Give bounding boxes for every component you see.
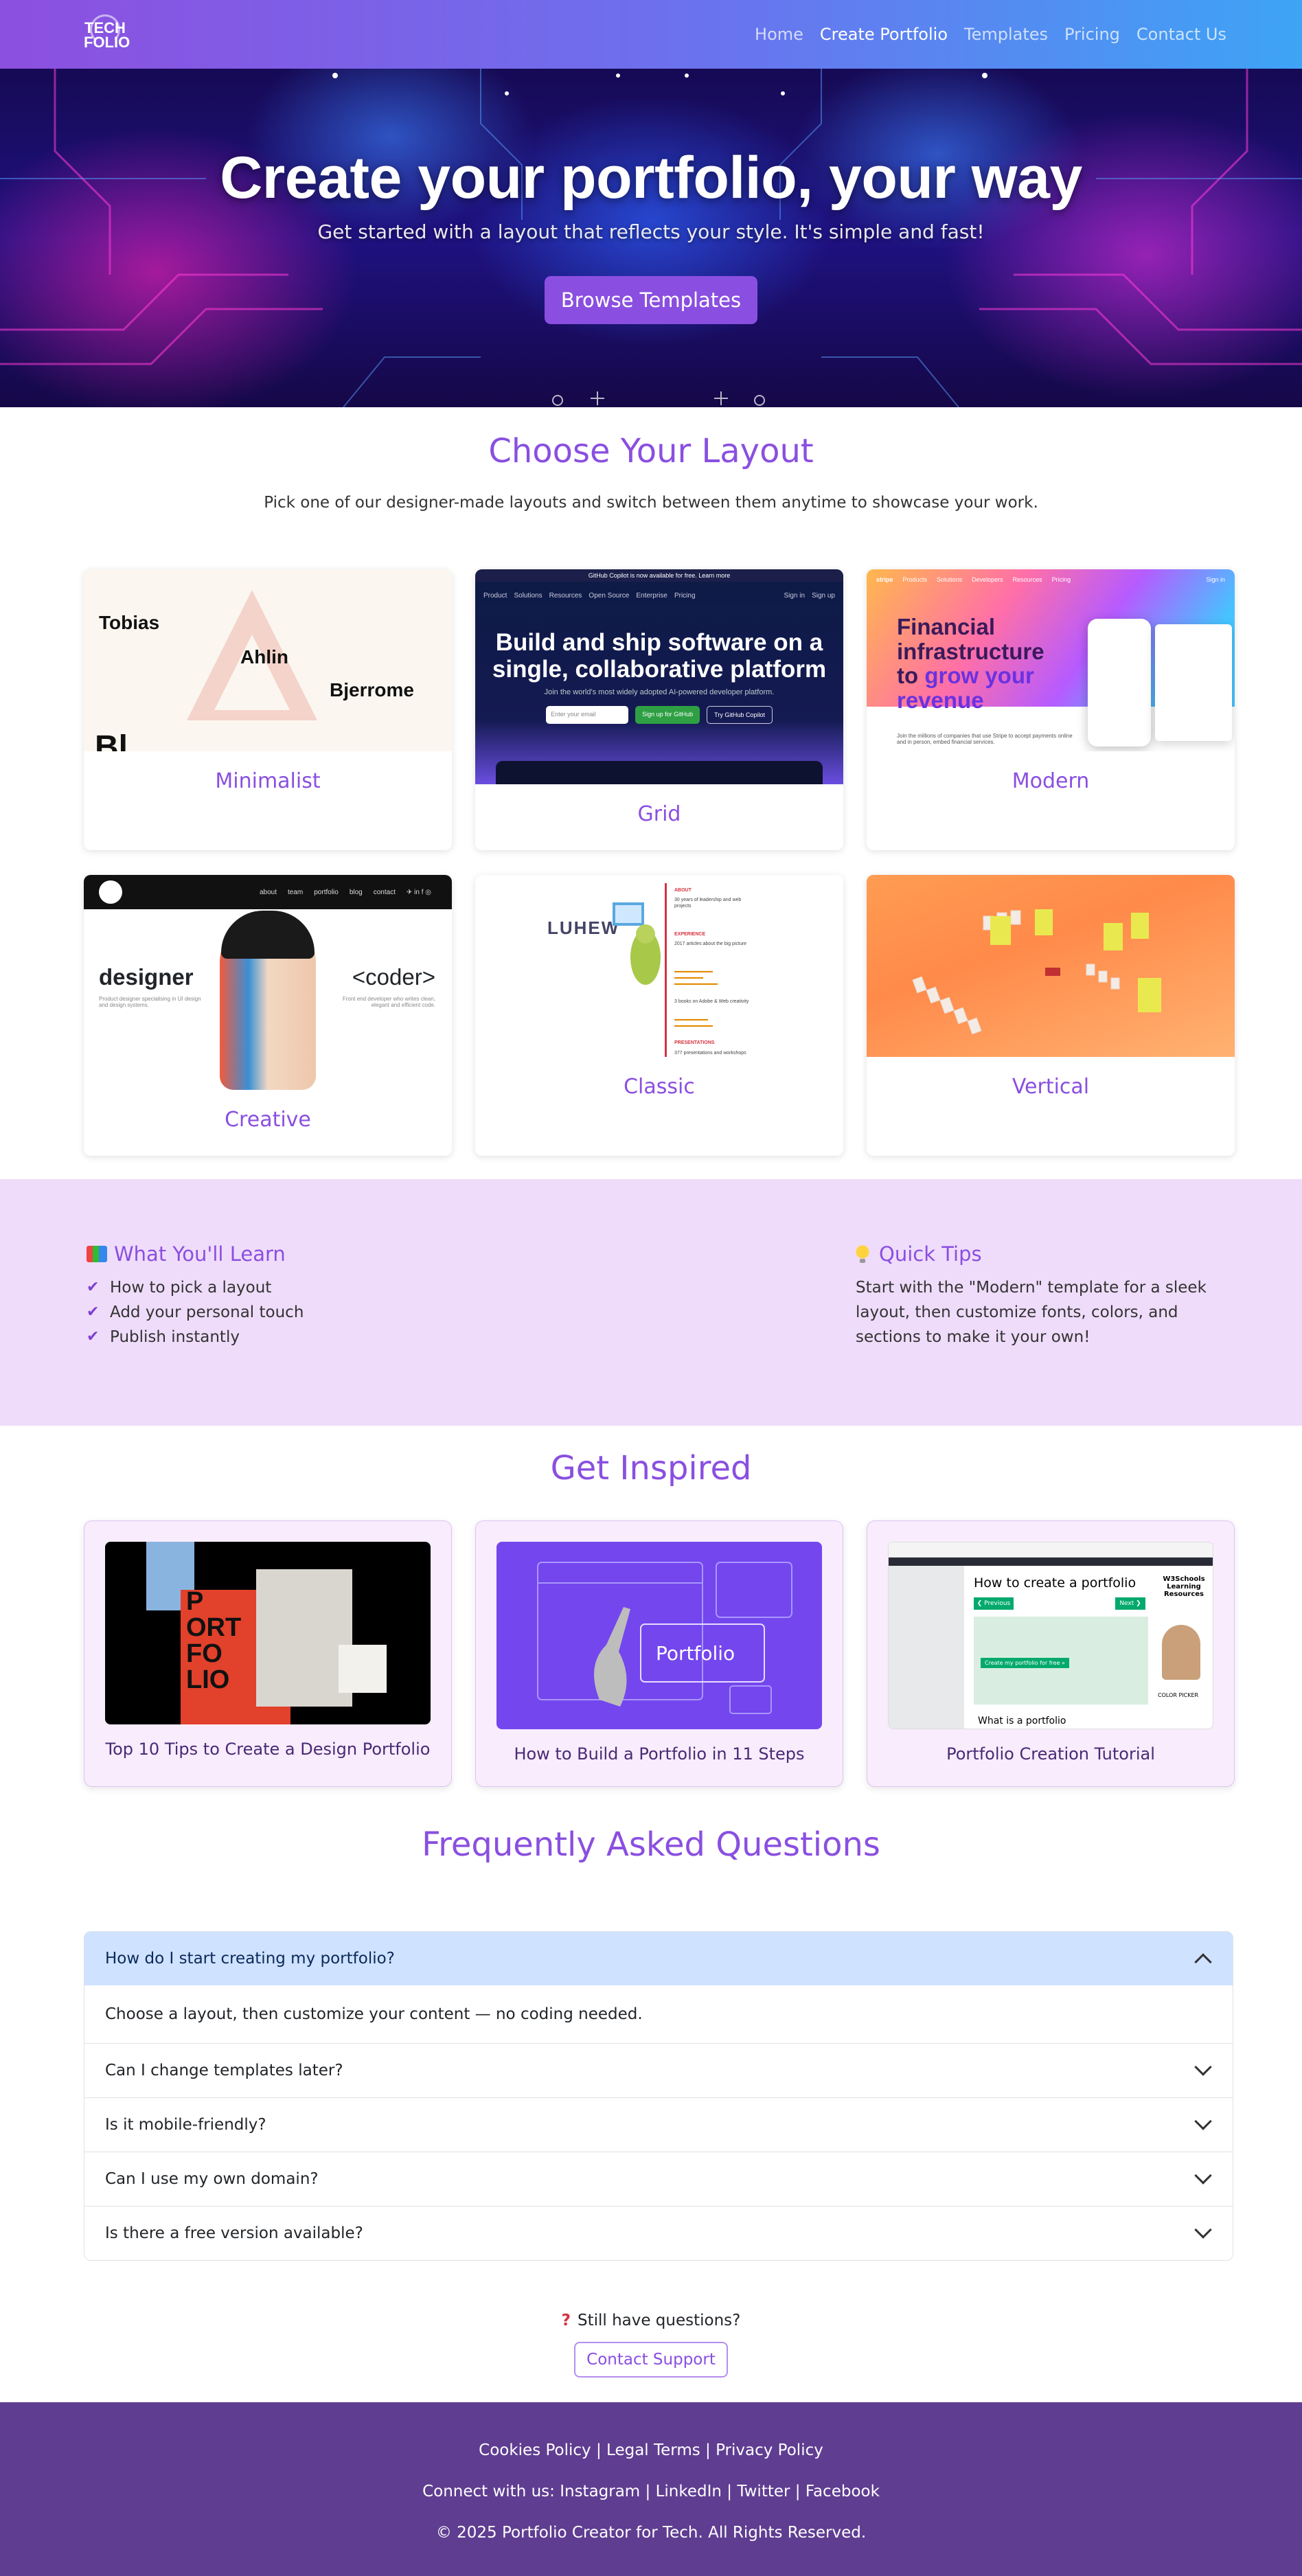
learn-item: ✔ Add your personal touch <box>87 1300 304 1325</box>
linkedin-link[interactable]: LinkedIn <box>656 2483 722 2500</box>
legal-terms-link[interactable]: Legal Terms <box>606 2441 700 2459</box>
privacy-policy-link[interactable]: Privacy Policy <box>716 2441 823 2459</box>
grid-preview-image: GitHub Copilot is now available for free… <box>475 569 843 784</box>
learn-title: What You'll Learn <box>87 1242 304 1266</box>
faq-question-toggle[interactable]: Can I change templates later? <box>84 2044 1233 2097</box>
faq-question-toggle[interactable]: Is there a free version available? <box>84 2207 1233 2260</box>
check-icon: ✔ <box>87 1279 100 1296</box>
learn-item: ✔ How to pick a layout <box>87 1275 304 1300</box>
faq-accordion: How do I start creating my portfolio? Ch… <box>84 1931 1233 2261</box>
nav-links: Home Create Portfolio Templates Pricing … <box>755 25 1226 44</box>
portfolio-poster-image: P ORT FO LIO <box>105 1542 431 1724</box>
faq-title: Frequently Asked Questions <box>422 1825 880 1864</box>
layout-card-label: Vertical <box>1012 1075 1090 1099</box>
support-prompt: ? Still have questions? <box>561 2312 741 2329</box>
vertical-preview-image <box>867 875 1235 1057</box>
layout-section-subtitle: Pick one of our designer-made layouts an… <box>264 494 1038 512</box>
layout-card-grid: Tobias Ahlin Bjerrome Bl Minimalist GitH… <box>84 569 1302 1156</box>
hero-subtitle: Get started with a layout that reflects … <box>317 220 985 243</box>
hero-title: Create your portfolio, your way <box>220 145 1082 211</box>
inspire-section-title: Get Inspired <box>550 1449 752 1488</box>
nav-link-pricing[interactable]: Pricing <box>1064 25 1120 44</box>
footer-social-links: Connect with us: Instagram | LinkedIn | … <box>422 2483 880 2500</box>
faq-answer: Choose a layout, then customize your con… <box>105 2005 643 2023</box>
techfolio-logo[interactable]: TECH FOLIO <box>84 13 130 56</box>
inspire-card-caption: Top 10 Tips to Create a Design Portfolio <box>105 1740 431 1759</box>
faq-item: Is it mobile-friendly? <box>84 2098 1233 2152</box>
what-you-learn-block: What You'll Learn ✔ How to pick a layout … <box>87 1242 304 1426</box>
faq-item: Can I use my own domain? <box>84 2152 1233 2207</box>
layout-card-label: Minimalist <box>215 769 321 793</box>
inspire-card-caption: Portfolio Creation Tutorial <box>946 1744 1155 1764</box>
navbar: TECH FOLIO Home Create Portfolio Templat… <box>0 0 1302 69</box>
layout-section-title: Choose Your Layout <box>488 432 814 470</box>
support-section: ? Still have questions? Contact Support <box>0 2261 1302 2378</box>
faq-question-toggle[interactable]: How do I start creating my portfolio? <box>84 1932 1233 1985</box>
faq-section: Frequently Asked Questions How do I star… <box>0 1787 1302 2261</box>
check-icon: ✔ <box>87 1328 100 1345</box>
browse-templates-button[interactable]: Browse Templates <box>544 276 758 324</box>
hero-banner: Create your portfolio, your way Get star… <box>0 69 1302 407</box>
faq-item: Is there a free version available? <box>84 2207 1233 2260</box>
chevron-up-icon <box>1194 1953 1212 1971</box>
layout-card-classic[interactable]: LUHEW ABOUT 30 years of leadership and w… <box>475 875 843 1156</box>
layout-card-minimalist[interactable]: Tobias Ahlin Bjerrome Bl Minimalist <box>84 569 452 850</box>
choose-layout-section: Choose Your Layout Pick one of our desig… <box>0 407 1302 1156</box>
layout-card-label: Classic <box>624 1075 695 1099</box>
chevron-down-icon <box>1194 2058 1212 2076</box>
facebook-link[interactable]: Facebook <box>806 2483 880 2500</box>
nav-link-home[interactable]: Home <box>755 25 803 44</box>
get-inspired-section: Get Inspired P ORT FO LIO Top 10 Tips to… <box>0 1426 1302 1787</box>
footer-legal-links: Cookies Policy | Legal Terms | Privacy P… <box>479 2441 823 2459</box>
chevron-down-icon <box>1194 2112 1212 2130</box>
cookies-policy-link[interactable]: Cookies Policy <box>479 2441 591 2459</box>
learn-item: ✔ Publish instantly <box>87 1325 304 1349</box>
nav-link-create-portfolio[interactable]: Create Portfolio <box>820 25 948 44</box>
inspire-card-build-steps[interactable]: Portfolio How to Build a Portfolio in 11… <box>475 1520 843 1787</box>
books-icon <box>87 1246 107 1262</box>
w3schools-tutorial-screenshot: How to create a portfolio ❮ Previous Nex… <box>888 1542 1213 1729</box>
layout-card-creative[interactable]: about team portfolio blog contact ✈ in f… <box>84 875 452 1156</box>
instagram-link[interactable]: Instagram <box>560 2483 640 2500</box>
faq-item: How do I start creating my portfolio? Ch… <box>84 1932 1233 2044</box>
classic-preview-image: LUHEW ABOUT 30 years of leadership and w… <box>475 875 843 1057</box>
nav-link-contact-us[interactable]: Contact Us <box>1137 25 1226 44</box>
portfolio-builder-illustration: Portfolio <box>496 1542 822 1729</box>
question-mark-icon: ? <box>561 2312 571 2329</box>
creative-preview-image: about team portfolio blog contact ✈ in f… <box>84 875 452 1090</box>
footer-copyright: © 2025 Portfolio Creator for Tech. All R… <box>435 2524 867 2542</box>
twitter-link[interactable]: Twitter <box>737 2483 790 2500</box>
inspire-card-design-tips[interactable]: P ORT FO LIO Top 10 Tips to Create a Des… <box>84 1520 452 1787</box>
quick-tips-block: Quick Tips Start with the "Modern" templ… <box>856 1242 1220 1426</box>
hero-content: Create your portfolio, your way Get star… <box>0 69 1302 324</box>
chevron-down-icon <box>1194 2221 1212 2239</box>
faq-item: Can I change templates later? <box>84 2044 1233 2098</box>
inspire-card-grid: P ORT FO LIO Top 10 Tips to Create a Des… <box>84 1520 1302 1787</box>
learn-tips-section: What You'll Learn ✔ How to pick a layout … <box>0 1179 1302 1426</box>
layout-card-label: Grid <box>637 802 681 826</box>
chevron-down-icon <box>1194 2167 1212 2185</box>
contact-support-button[interactable]: Contact Support <box>574 2342 728 2378</box>
nav-link-templates[interactable]: Templates <box>964 25 1048 44</box>
footer: Cookies Policy | Legal Terms | Privacy P… <box>0 2402 1302 2576</box>
layout-card-grid-template[interactable]: GitHub Copilot is now available for free… <box>475 569 843 850</box>
inspire-card-caption: How to Build a Portfolio in 11 Steps <box>514 1744 805 1764</box>
inspire-card-tutorial[interactable]: How to create a portfolio ❮ Previous Nex… <box>867 1520 1235 1787</box>
check-icon: ✔ <box>87 1303 100 1321</box>
faq-question-toggle[interactable]: Can I use my own domain? <box>84 2152 1233 2206</box>
layout-card-label: Modern <box>1012 769 1090 793</box>
lightbulb-icon <box>856 1245 869 1263</box>
learn-list: ✔ How to pick a layout ✔ Add your personal… <box>87 1275 304 1349</box>
layout-card-modern[interactable]: stripe Products Solutions Developers Res… <box>867 569 1235 850</box>
minimalist-preview-image: Tobias Ahlin Bjerrome Bl <box>84 569 452 751</box>
faq-question-toggle[interactable]: Is it mobile-friendly? <box>84 2098 1233 2152</box>
layout-card-vertical[interactable]: Vertical <box>867 875 1235 1156</box>
layout-card-label: Creative <box>225 1108 311 1132</box>
tips-text: Start with the "Modern" template for a s… <box>856 1279 1207 1346</box>
modern-preview-image: stripe Products Solutions Developers Res… <box>867 569 1235 751</box>
tips-title: Quick Tips <box>856 1242 1220 1266</box>
